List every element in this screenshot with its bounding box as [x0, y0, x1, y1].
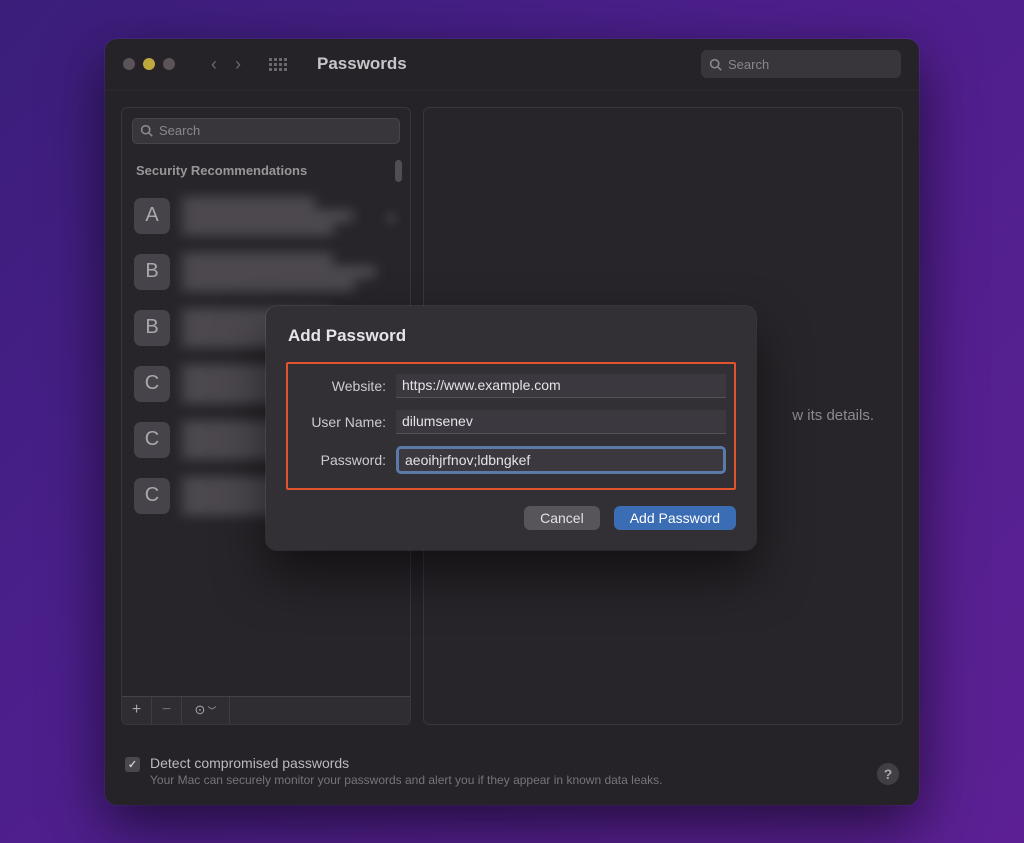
add-password-submit-button[interactable]: Add Password — [614, 506, 736, 530]
add-password-button[interactable]: + — [122, 697, 152, 724]
item-text-blurred — [182, 254, 398, 290]
username-row: User Name: — [296, 410, 726, 434]
help-button[interactable]: ? — [877, 763, 899, 785]
item-avatar: C — [134, 422, 170, 458]
apps-grid-icon[interactable] — [269, 58, 287, 71]
add-password-modal: Add Password Website: User Name: Passwor… — [266, 306, 756, 550]
username-input[interactable] — [396, 410, 726, 434]
password-input[interactable] — [396, 446, 726, 474]
checkmark-icon: ✓ — [128, 758, 137, 771]
detail-placeholder: w its details. — [792, 407, 874, 424]
password-row: Password: — [296, 446, 726, 474]
close-window-button[interactable] — [123, 58, 135, 70]
modal-title: Add Password — [288, 326, 736, 346]
modal-buttons: Cancel Add Password — [286, 506, 736, 530]
footer-text: Detect compromised passwords Your Mac ca… — [150, 755, 867, 787]
footer-description: Your Mac can securely monitor your passw… — [150, 773, 867, 787]
sidebar-search-input[interactable]: Search — [132, 118, 400, 144]
maximize-window-button[interactable] — [163, 58, 175, 70]
search-icon — [709, 58, 722, 71]
search-icon — [140, 124, 153, 137]
item-avatar: C — [134, 478, 170, 514]
more-actions-button[interactable]: ⊙ ﹀ — [182, 697, 230, 724]
warning-icon: ▲ — [384, 208, 398, 224]
website-label: Website: — [296, 378, 396, 394]
sidebar-search-placeholder: Search — [159, 123, 200, 138]
passwords-window: ‹ › Passwords Search Search — [105, 39, 919, 805]
username-label: User Name: — [296, 414, 396, 430]
chevron-down-icon: ﹀ — [207, 704, 216, 717]
titlebar: ‹ › Passwords Search — [105, 39, 919, 91]
sidebar-toolbar: + − ⊙ ﹀ — [122, 696, 410, 724]
list-item[interactable]: A▲ — [126, 188, 406, 244]
website-input[interactable] — [396, 374, 726, 398]
footer: ✓ Detect compromised passwords Your Mac … — [105, 741, 919, 805]
remove-password-button[interactable]: − — [152, 697, 182, 724]
section-header: Security Recommendations — [122, 150, 410, 188]
password-label: Password: — [296, 452, 396, 468]
item-avatar: B — [134, 310, 170, 346]
global-search-placeholder: Search — [728, 57, 769, 72]
back-button[interactable]: ‹ — [211, 54, 217, 75]
item-text-blurred — [182, 198, 372, 234]
nav-arrows: ‹ › — [211, 54, 241, 75]
item-avatar: B — [134, 254, 170, 290]
form-highlight: Website: User Name: Password: — [286, 362, 736, 490]
footer-title: Detect compromised passwords — [150, 755, 867, 771]
scrollbar-thumb[interactable] — [395, 160, 402, 182]
item-avatar: C — [134, 366, 170, 402]
forward-button[interactable]: › — [235, 54, 241, 75]
global-search-input[interactable]: Search — [701, 50, 901, 78]
website-row: Website: — [296, 374, 726, 398]
minimize-window-button[interactable] — [143, 58, 155, 70]
cancel-button[interactable]: Cancel — [524, 506, 600, 530]
page-title: Passwords — [317, 54, 407, 74]
traffic-lights — [123, 58, 175, 70]
item-avatar: A — [134, 198, 170, 234]
detect-compromised-checkbox[interactable]: ✓ — [125, 757, 140, 772]
list-item[interactable]: B — [126, 244, 406, 300]
